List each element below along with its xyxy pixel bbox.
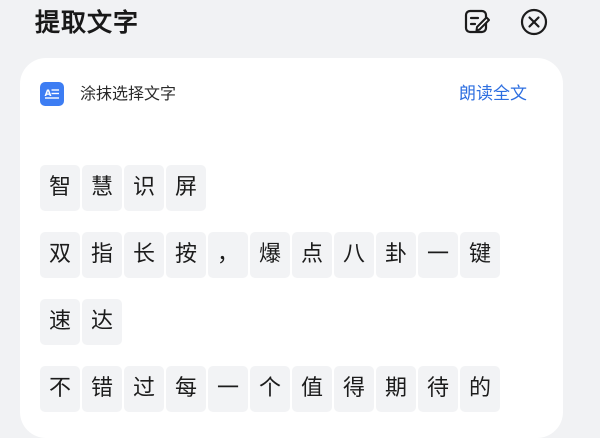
text-char[interactable]: 一 [418,232,458,278]
text-char[interactable]: 爆 [250,232,290,278]
text-line: 速达 [40,299,540,345]
text-char[interactable]: 识 [124,165,164,211]
text-char[interactable]: 卦 [376,232,416,278]
text-char[interactable]: 指 [82,232,122,278]
text-char[interactable]: 待 [418,366,458,412]
recognized-text-area: 智慧识屏双指长按，爆点八卦一键速达不错过每一个值得期待的 [40,165,540,433]
extracted-text-card: A 涂抹选择文字 朗读全文 智慧识屏双指长按，爆点八卦一键速达不错过每一个值得期… [20,58,563,438]
text-char[interactable]: 屏 [166,165,206,211]
smear-select-label[interactable]: 涂抹选择文字 [80,82,176,106]
text-char[interactable]: 每 [166,366,206,412]
text-char[interactable]: 达 [82,299,122,345]
text-char[interactable]: 长 [124,232,164,278]
text-line: 不错过每一个值得期待的 [40,366,540,412]
text-char[interactable]: 不 [40,366,80,412]
card-header: A 涂抹选择文字 朗读全文 [20,58,563,128]
text-document-icon[interactable]: A [40,82,64,106]
edit-note-icon [464,9,490,34]
text-char[interactable]: 键 [460,232,500,278]
close-circle-icon [520,8,548,36]
text-char[interactable]: 值 [292,366,332,412]
text-line: 双指长按，爆点八卦一键 [40,232,540,278]
text-char[interactable]: 一 [208,366,248,412]
text-char[interactable]: 个 [250,366,290,412]
text-char[interactable]: 慧 [82,165,122,211]
text-char[interactable]: 双 [40,232,80,278]
text-char[interactable]: 速 [40,299,80,345]
text-char[interactable]: 错 [82,366,122,412]
text-char[interactable]: 按 [166,232,206,278]
text-char[interactable]: 智 [40,165,80,211]
read-all-button[interactable]: 朗读全文 [459,82,527,106]
text-char[interactable]: 点 [292,232,332,278]
text-line: 智慧识屏 [40,165,540,211]
text-char[interactable]: 期 [376,366,416,412]
close-button[interactable] [518,6,550,38]
text-char[interactable]: 得 [334,366,374,412]
text-char[interactable]: ， [208,232,248,278]
page-title: 提取文字 [35,8,140,37]
header-bar: 提取文字 [0,0,600,52]
text-char[interactable]: 的 [460,366,500,412]
text-char[interactable]: 八 [334,232,374,278]
edit-button[interactable] [461,6,493,38]
text-lines-glyph: A [45,89,59,99]
text-char[interactable]: 过 [124,366,164,412]
